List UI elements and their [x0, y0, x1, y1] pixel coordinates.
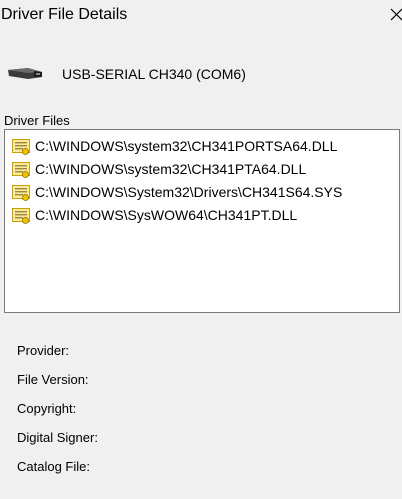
- dialog-title: Driver File Details: [1, 6, 128, 23]
- usb-connector-icon: [8, 68, 42, 79]
- driver-file-icon: [11, 182, 31, 202]
- driver-files-list[interactable]: C:\WINDOWS\system32\CH341PORTSA64.DLL C:\…: [4, 129, 400, 313]
- provider-label: Provider:: [17, 343, 70, 358]
- file-version-label: File Version:: [17, 372, 89, 387]
- driver-file-item[interactable]: C:\WINDOWS\System32\Drivers\CH341S64.SYS: [5, 180, 399, 203]
- digital-signer-label: Digital Signer:: [17, 430, 98, 445]
- driver-file-path: C:\WINDOWS\system32\CH341PTA64.DLL: [35, 160, 307, 177]
- driver-files-label: Driver Files: [4, 113, 70, 128]
- catalog-file-label: Catalog File:: [17, 459, 90, 474]
- driver-file-path: C:\WINDOWS\System32\Drivers\CH341S64.SYS: [35, 183, 343, 200]
- driver-file-path: C:\WINDOWS\system32\CH341PORTSA64.DLL: [35, 137, 338, 154]
- title-bar: Driver File Details: [0, 0, 402, 32]
- driver-file-details-dialog: Driver File Details USB-SERIAL CH340 (CO…: [0, 0, 402, 499]
- driver-file-path: C:\WINDOWS\SysWOW64\CH341PT.DLL: [35, 206, 298, 223]
- driver-file-item[interactable]: C:\WINDOWS\system32\CH341PORTSA64.DLL: [5, 134, 399, 157]
- device-name: USB-SERIAL CH340 (COM6): [62, 66, 246, 82]
- driver-file-icon: [11, 159, 31, 179]
- copyright-label: Copyright:: [17, 401, 77, 416]
- driver-file-item[interactable]: C:\WINDOWS\SysWOW64\CH341PT.DLL: [5, 203, 399, 226]
- close-icon: [390, 8, 402, 21]
- driver-file-icon: [11, 136, 31, 156]
- close-button[interactable]: [388, 4, 402, 26]
- device-header: USB-SERIAL CH340 (COM6): [6, 62, 386, 86]
- driver-file-icon: [11, 205, 31, 225]
- driver-file-item[interactable]: C:\WINDOWS\system32\CH341PTA64.DLL: [5, 157, 399, 180]
